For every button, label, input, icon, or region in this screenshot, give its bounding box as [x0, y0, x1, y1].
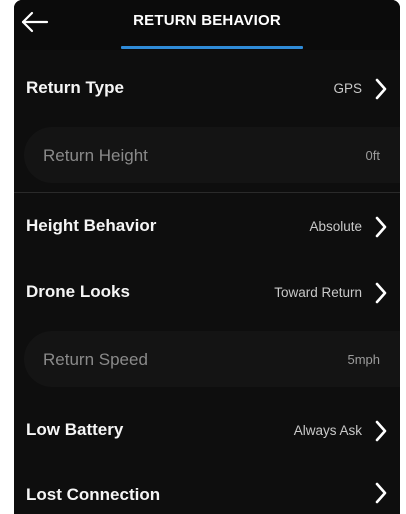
page-title: RETURN BEHAVIOR: [133, 12, 281, 29]
header-bar: RETURN BEHAVIOR: [14, 0, 400, 50]
drone-looks-row[interactable]: Drone Looks Toward Return: [14, 262, 400, 320]
low-battery-label: Low Battery: [26, 420, 124, 439]
low-battery-row[interactable]: Low Battery Always Ask: [14, 398, 400, 456]
drone-looks-label: Drone Looks: [26, 282, 130, 301]
return-speed-label: Return Speed: [43, 350, 148, 369]
lost-connection-label: Lost Connection: [26, 485, 161, 504]
return-type-value: GPS: [333, 81, 362, 96]
return-behavior-screen: RETURN BEHAVIOR Return Type GPS Return H…: [14, 0, 400, 514]
active-tab-indicator: [121, 46, 303, 49]
height-behavior-value: Absolute: [309, 219, 362, 234]
chevron-right-icon: [375, 78, 387, 100]
return-height-label: Return Height: [43, 146, 148, 165]
chevron-right-icon: [375, 282, 387, 304]
height-behavior-row[interactable]: Height Behavior Absolute: [14, 196, 400, 254]
return-type-label: Return Type: [26, 78, 124, 97]
section-divider: [14, 192, 400, 193]
return-height-value: 0ft: [365, 148, 380, 163]
chevron-right-icon: [375, 216, 387, 238]
return-speed-value: 5mph: [347, 352, 380, 367]
low-battery-value: Always Ask: [293, 423, 362, 438]
return-speed-row[interactable]: Return Speed 5mph: [24, 331, 400, 387]
lost-connection-row[interactable]: Lost Connection: [14, 462, 400, 514]
drone-looks-value: Toward Return: [274, 285, 362, 300]
height-behavior-label: Height Behavior: [26, 216, 157, 235]
return-height-row[interactable]: Return Height 0ft: [24, 127, 400, 183]
return-type-row[interactable]: Return Type GPS: [14, 60, 400, 118]
chevron-right-icon: [375, 482, 387, 504]
chevron-right-icon: [375, 420, 387, 442]
